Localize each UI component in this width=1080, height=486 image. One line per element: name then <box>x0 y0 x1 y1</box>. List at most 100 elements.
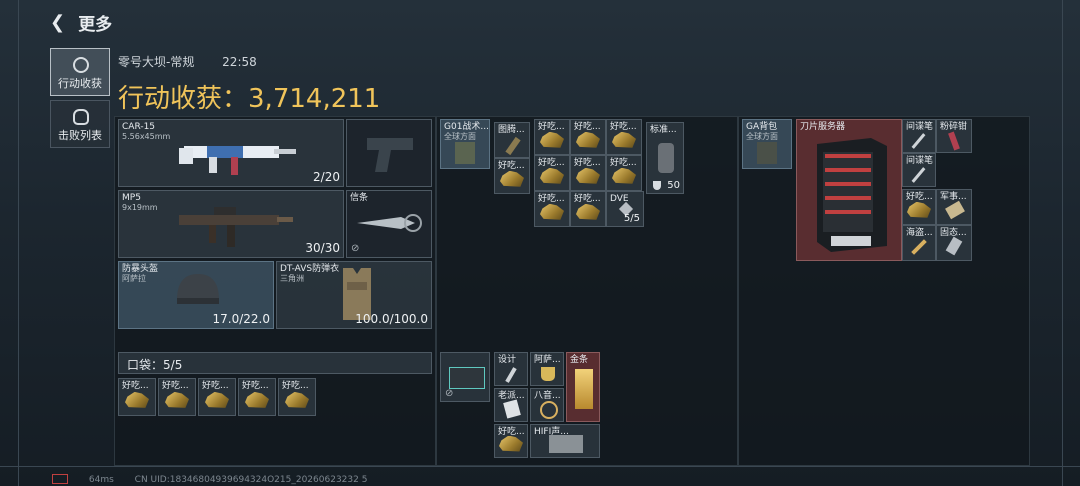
item-label: 好吃... <box>538 158 565 168</box>
pocket-item[interactable]: 好吃... <box>238 378 276 416</box>
snack-icon <box>612 167 636 184</box>
secondary-weapon-slot[interactable]: MP5 9x19mm 30/30 <box>118 190 344 258</box>
shield-icon <box>653 181 661 190</box>
item-label: 八音... <box>534 391 561 401</box>
pocket-item[interactable]: 好吃... <box>198 378 236 416</box>
item-label: 好吃... <box>906 192 933 202</box>
snack-icon <box>540 203 564 220</box>
ring-icon <box>540 401 558 419</box>
item-label: 海盗... <box>906 228 933 238</box>
backpack-item[interactable]: HIFI声... <box>530 424 600 458</box>
rig-item[interactable]: 好吃... <box>570 119 606 155</box>
map-name: 零号大坝-常规 <box>118 55 195 69</box>
rig-item[interactable]: 好吃... <box>534 119 570 155</box>
backpack-item[interactable]: 八音... <box>530 388 564 422</box>
item-label: 好吃... <box>202 381 229 391</box>
armor-durability: 100.0/100.0 <box>355 312 428 326</box>
frame-line-bottom <box>0 466 1080 467</box>
standard-armor-plate[interactable]: 标准... 50 <box>646 122 684 194</box>
no-drop-icon: ⊘ <box>445 388 454 399</box>
server-icon <box>817 138 887 252</box>
frame-line-right <box>1062 0 1063 486</box>
container-item[interactable]: 军事... <box>936 189 972 225</box>
melee-slot[interactable]: 信条 ⊘ <box>346 190 432 258</box>
container-item[interactable]: 好吃... <box>902 189 936 225</box>
item-label: 好吃... <box>162 381 189 391</box>
rig-item[interactable]: 好吃... <box>494 158 530 194</box>
item-label: 好吃... <box>282 381 309 391</box>
totem-icon <box>505 136 521 156</box>
standard-count: 50 <box>667 180 680 191</box>
pocket-item[interactable]: 好吃... <box>118 378 156 416</box>
pen-icon <box>911 167 926 183</box>
backpack-item[interactable]: 好吃... <box>494 424 528 458</box>
back-button[interactable]: ❮ 更多 <box>50 10 113 35</box>
chest-rig-name: G01战术... <box>444 122 490 132</box>
container-item[interactable]: 粉碎钳 <box>936 119 972 153</box>
rig-item[interactable]: 好吃... <box>570 191 606 227</box>
pocket-header: 口袋：5/5 <box>118 352 432 374</box>
primary-weapon-slot[interactable]: CAR-15 5.56x45mm 2/20 <box>118 119 344 187</box>
pen-icon <box>911 133 926 149</box>
primary-weapon-name: CAR-15 <box>122 122 156 132</box>
skull-icon <box>73 109 89 125</box>
dve-item[interactable]: DVE 5/5 <box>606 191 644 227</box>
helmet-slot[interactable]: 防暴头盔 阿萨拉 17.0/22.0 <box>118 261 274 329</box>
backpack-icon <box>449 367 485 389</box>
network-icon <box>52 474 68 484</box>
pocket-item[interactable]: 好吃... <box>158 378 196 416</box>
pistol-icon <box>367 138 413 172</box>
container-item[interactable]: 间谍笔 <box>902 119 936 153</box>
rig-item[interactable]: 好吃... <box>534 155 570 191</box>
armor-origin: 三角洲 <box>280 274 304 283</box>
rig-item[interactable]: 图腾... <box>494 122 530 158</box>
snack-icon <box>612 131 636 148</box>
backpack-item[interactable]: 老派... <box>494 388 528 422</box>
container-item[interactable]: 海盗... <box>902 225 936 261</box>
secondary-weapon-name: MP5 <box>122 193 141 203</box>
snack-icon <box>576 131 600 148</box>
ga-pack-slot[interactable]: GA背包 全球方面 <box>742 119 792 169</box>
secondary-weapon-caliber: 9x19mm <box>122 203 158 212</box>
item-label: 好吃... <box>498 161 525 171</box>
secondary-weapon-ammo: 30/30 <box>305 241 340 255</box>
knife-icon <box>357 214 422 232</box>
rig-item[interactable]: 好吃... <box>606 155 642 191</box>
backpack-item[interactable]: 设计 <box>494 352 528 386</box>
rig-item[interactable]: 好吃... <box>570 155 606 191</box>
backpack-item[interactable]: 阿萨... <box>530 352 564 386</box>
blade-server-item[interactable]: 刀片服务器 <box>796 119 902 261</box>
standard-label: 标准... <box>650 125 677 135</box>
container-item[interactable]: 固态... <box>936 225 972 261</box>
snack-icon <box>245 391 269 408</box>
snack-icon <box>907 201 931 218</box>
backpack-slot[interactable]: ⊘ <box>440 352 490 402</box>
item-label: 阿萨... <box>534 355 561 365</box>
container-item[interactable]: 间谍笔 <box>902 153 936 187</box>
item-label: 好吃... <box>538 122 565 132</box>
gold-bar-item[interactable]: 金条 <box>566 352 600 422</box>
pocket-count: 5/5 <box>163 358 183 372</box>
rig-item[interactable]: 好吃... <box>534 191 570 227</box>
snack-icon <box>285 391 309 408</box>
helmet-origin: 阿萨拉 <box>122 274 146 283</box>
armor-name: DT-AVS防弹衣 <box>280 264 340 274</box>
back-arrow-icon: ❮ <box>50 12 66 33</box>
tab-haul-label: 行动收获 <box>58 77 102 90</box>
rifle-icon <box>179 146 296 175</box>
armor-slot[interactable]: DT-AVS防弹衣 三角洲 100.0/100.0 <box>276 261 432 329</box>
item-label: 好吃... <box>574 194 601 204</box>
item-label: 好吃... <box>498 427 525 437</box>
snack-icon <box>576 203 600 220</box>
primary-weapon-ammo: 2/20 <box>313 170 340 184</box>
snack-icon <box>576 167 600 184</box>
chest-rig-slot[interactable]: G01战术... 全球方面 <box>440 119 490 169</box>
pocket-item[interactable]: 好吃... <box>278 378 316 416</box>
rig-item[interactable]: 好吃... <box>606 119 642 155</box>
pistol-slot[interactable] <box>346 119 432 187</box>
tab-haul[interactable]: 行动收获 <box>50 48 110 96</box>
item-label: 金条 <box>570 355 589 365</box>
tab-kill-list[interactable]: 击败列表 <box>50 100 110 148</box>
header-title: 更多 <box>78 15 113 35</box>
helmet-durability: 17.0/22.0 <box>212 312 270 326</box>
